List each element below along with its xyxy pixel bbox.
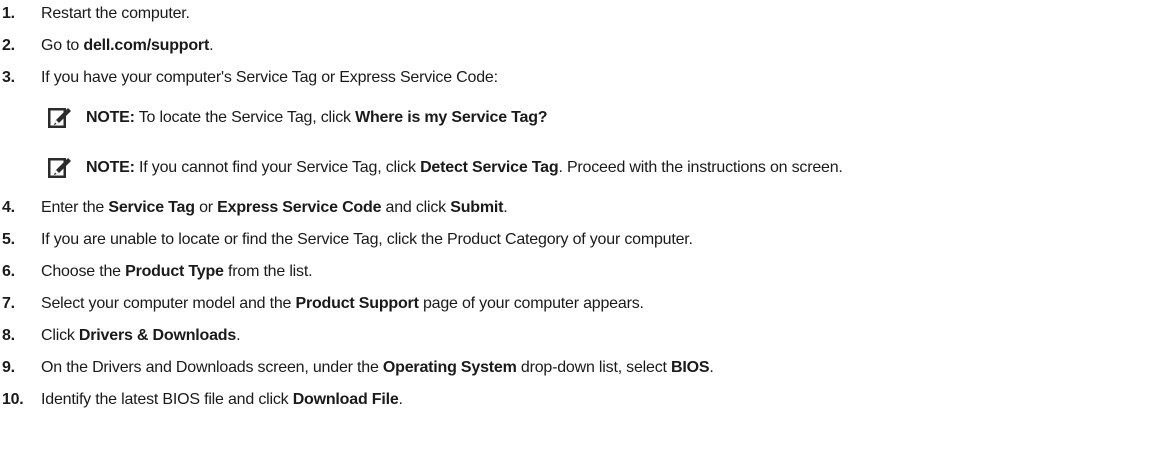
- step-text: Choose the Product Type from the list.: [41, 263, 313, 280]
- note-label: NOTE:: [86, 159, 135, 176]
- step-text: If you are unable to locate or find the …: [41, 231, 693, 248]
- note-text: NOTE: To locate the Service Tag, click W…: [86, 109, 548, 126]
- step-text: On the Drivers and Downloads screen, und…: [41, 359, 714, 376]
- step-text: Select your computer model and the Produ…: [41, 295, 644, 312]
- step-text: Go to dell.com/support.: [41, 37, 214, 54]
- pencil-note-icon: [48, 158, 71, 178]
- step-number: 2.: [2, 37, 15, 54]
- step-number: 5.: [2, 231, 15, 248]
- step-number: 3.: [2, 69, 15, 86]
- step-number: 4.: [2, 199, 15, 216]
- pencil-note-icon: [48, 108, 71, 128]
- step-number: 8.: [2, 327, 15, 344]
- step-number: 7.: [2, 295, 15, 312]
- step-number: 10.: [2, 391, 24, 408]
- note-text: NOTE: If you cannot find your Service Ta…: [86, 159, 843, 176]
- step-text: Identify the latest BIOS file and click …: [41, 391, 403, 408]
- step-number: 6.: [2, 263, 15, 280]
- step-number: 9.: [2, 359, 15, 376]
- step-text: If you have your computer's Service Tag …: [41, 69, 498, 86]
- note-label: NOTE:: [86, 109, 135, 126]
- step-text: Restart the computer.: [41, 5, 190, 22]
- step-text: Enter the Service Tag or Express Service…: [41, 199, 508, 216]
- step-text: Click Drivers & Downloads.: [41, 327, 241, 344]
- step-number: 1.: [2, 5, 15, 22]
- support-link-text: dell.com/support: [83, 37, 210, 54]
